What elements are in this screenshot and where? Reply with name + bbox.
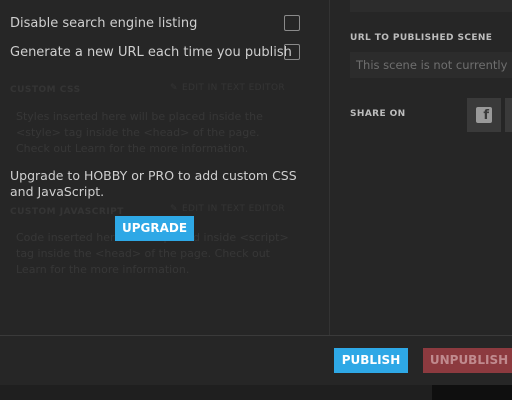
upgrade-button[interactable]: UPGRADE: [115, 216, 194, 241]
top-field: [350, 0, 512, 12]
bottom-right-strip: [432, 385, 512, 400]
url-label: URL TO PUBLISHED SCENE: [350, 33, 493, 43]
option-new-url[interactable]: Generate a new URL each time you publish: [10, 43, 300, 63]
publish-panel: [330, 0, 512, 335]
option-label: Disable search engine listing: [10, 16, 198, 31]
unpublish-button[interactable]: UNPUBLISH: [423, 348, 512, 373]
custom-js-label: CUSTOM JAVASCRIPT: [10, 207, 124, 217]
edit-label: EDIT IN TEXT EDITOR: [181, 204, 286, 214]
custom-css-help: Styles inserted here will be placed insi…: [16, 110, 263, 155]
share-label: SHARE ON: [350, 109, 406, 119]
facebook-icon: f: [476, 107, 492, 123]
edit-label: EDIT IN TEXT EDITOR: [181, 83, 286, 93]
share-facebook-button[interactable]: f: [467, 98, 501, 132]
option-label: Generate a new URL each time you publish: [10, 45, 292, 60]
custom-css-label: CUSTOM CSS: [10, 85, 81, 95]
new-url-checkbox[interactable]: [284, 44, 300, 60]
publish-button[interactable]: PUBLISH: [334, 348, 408, 373]
published-url-field[interactable]: This scene is not currently published: [350, 52, 512, 78]
custom-css-edit-link: ✎ EDIT IN TEXT EDITOR: [170, 83, 285, 93]
bottom-strip: [0, 385, 432, 400]
option-disable-search[interactable]: Disable search engine listing: [10, 14, 300, 34]
pencil-icon: ✎: [170, 204, 178, 214]
share-button-2[interactable]: [505, 98, 512, 132]
pencil-icon: ✎: [170, 83, 178, 93]
upgrade-message: Upgrade to HOBBY or PRO to add custom CS…: [10, 168, 297, 199]
disable-search-checkbox[interactable]: [284, 15, 300, 31]
custom-js-edit-link: ✎ EDIT IN TEXT EDITOR: [170, 204, 285, 214]
